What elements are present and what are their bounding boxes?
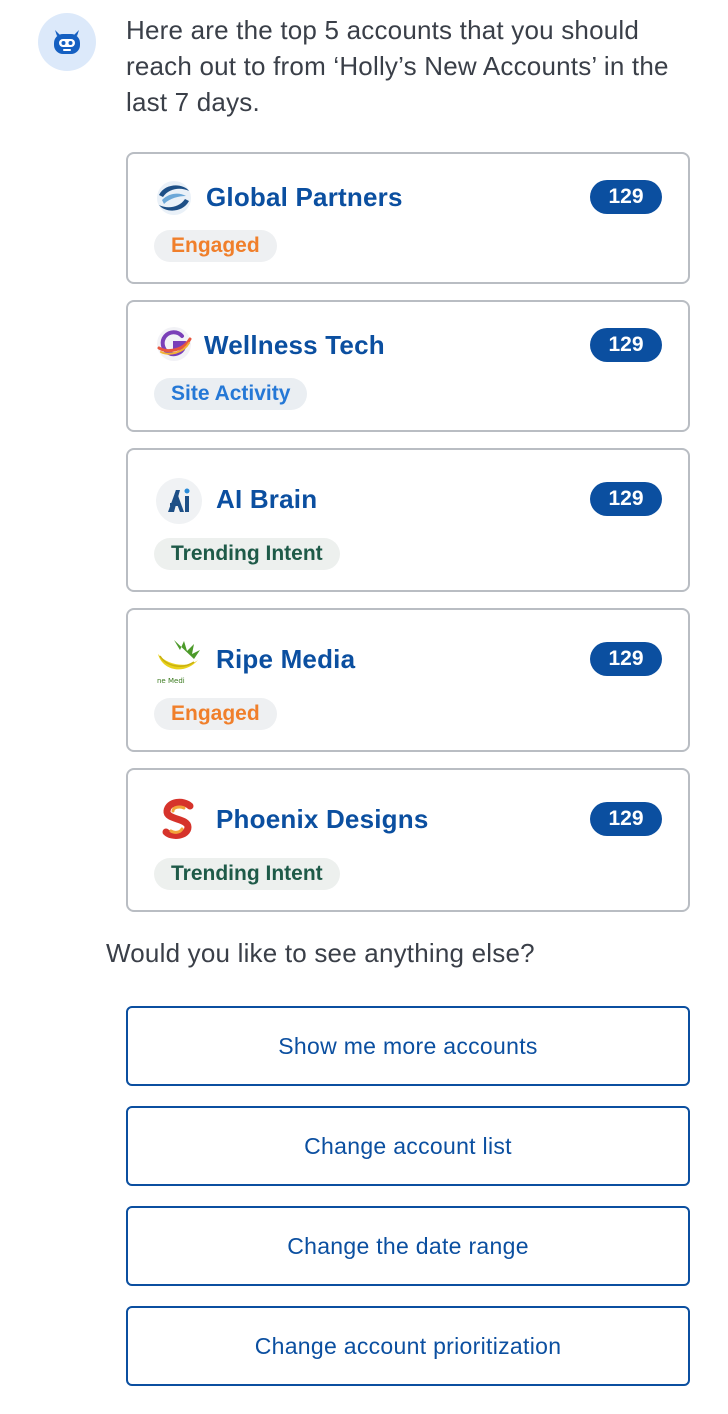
banana-leaf-logo: ne Medi [154,636,204,686]
change-account-prioritization-button[interactable]: Change account prioritization [126,1306,690,1386]
score-badge: 129 [590,180,662,214]
logo-text: ne Medi [157,677,185,685]
account-name[interactable]: Phoenix Designs [216,804,429,835]
ai-circle-logo [154,476,204,526]
account-card[interactable]: AI Brain 129 Trending Intent [126,448,690,592]
score-badge: 129 [590,642,662,676]
robot-icon [54,30,80,54]
account-name[interactable]: Global Partners [206,182,403,213]
score-badge: 129 [590,328,662,362]
status-tag: Trending Intent [154,858,340,890]
status-tag: Engaged [154,698,277,730]
change-date-range-button[interactable]: Change the date range [126,1206,690,1286]
score-badge: 129 [590,802,662,836]
account-card[interactable]: Phoenix Designs 129 Trending Intent [126,768,690,912]
change-account-list-button[interactable]: Change account list [126,1106,690,1186]
account-name[interactable]: AI Brain [216,484,317,515]
status-tag: Engaged [154,230,277,262]
assistant-avatar [38,13,96,71]
assistant-message: Here are the top 5 accounts that you sho… [126,15,669,117]
status-tag: Site Activity [154,378,308,410]
score-badge: 129 [590,482,662,516]
chat-panel: Here are the top 5 accounts that you sho… [0,0,728,1414]
swirl-globe-logo [154,178,194,218]
account-card[interactable]: ne Medi Ripe Media 129 Engaged [126,608,690,752]
red-s-logo [154,796,204,846]
account-name[interactable]: Ripe Media [216,644,355,675]
account-card[interactable]: Global Partners 129 Engaged [126,152,690,284]
status-tag: Trending Intent [154,538,340,570]
account-name[interactable]: Wellness Tech [204,330,385,361]
show-more-accounts-button[interactable]: Show me more accounts [126,1006,690,1086]
account-card[interactable]: Wellness Tech 129 Site Activity [126,300,690,432]
followup-question: Would you like to see anything else? [106,938,535,968]
orbit-g-logo [154,324,194,364]
